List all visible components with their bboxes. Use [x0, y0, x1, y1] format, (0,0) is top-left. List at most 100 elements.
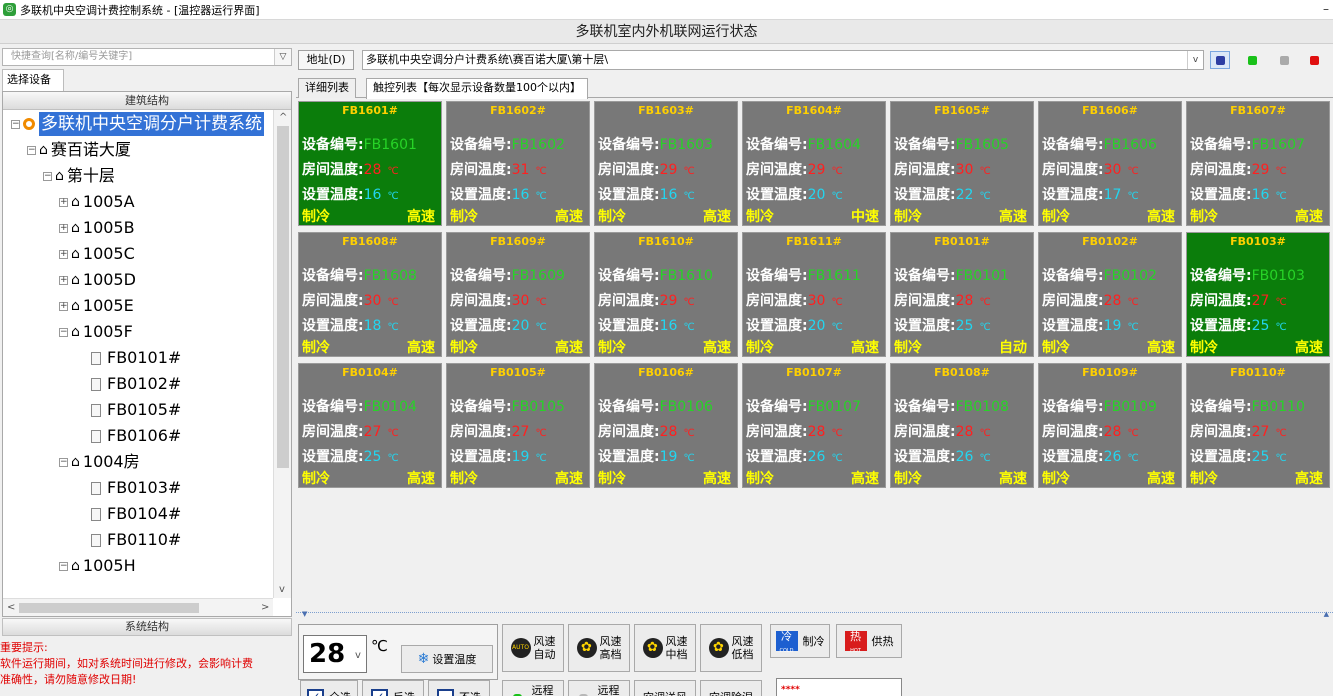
- scroll-up-icon[interactable]: ^: [279, 112, 287, 123]
- device-card[interactable]: FB1603# 设备编号:FB1603 房间温度:29 ℃ 设置温度:16 ℃ 制冷 高速: [594, 101, 738, 226]
- view-large-button[interactable]: [1210, 51, 1230, 69]
- device-card[interactable]: FB1607# 设备编号:FB1607 房间温度:29 ℃ 设置温度:16 ℃ 制冷 高速: [1186, 101, 1330, 226]
- device-card[interactable]: FB0107# 设备编号:FB0107 房间温度:28 ℃ 设置温度:26 ℃ 制冷 高速: [742, 363, 886, 488]
- chevron-down-icon[interactable]: ▽: [274, 49, 291, 65]
- device-card[interactable]: FB1602# 设备编号:FB1602 房间温度:31 ℃ 设置温度:16 ℃ 制冷 高速: [446, 101, 590, 226]
- tree-node[interactable]: + ⌂ 1005E: [59, 294, 134, 318]
- device-card[interactable]: FB1604# 设备编号:FB1604 房间温度:29 ℃ 设置温度:20 ℃ 制冷 中速: [742, 101, 886, 226]
- red-dot-icon: [1310, 56, 1319, 65]
- expand-icon[interactable]: +: [59, 301, 68, 311]
- temperature-select[interactable]: 28 v: [303, 635, 367, 673]
- tree-node[interactable]: FB0110#: [91, 528, 181, 552]
- scroll-thumb[interactable]: [277, 126, 289, 468]
- tree-node[interactable]: FB0105#: [91, 398, 181, 422]
- device-card[interactable]: FB0110# 设备编号:FB0110 房间温度:27 ℃ 设置温度:25 ℃ 制冷 高速: [1186, 363, 1330, 488]
- air-supply-button[interactable]: 空调送风: [634, 680, 696, 696]
- device-icon: [91, 481, 101, 495]
- dehumidify-button[interactable]: 空调除湿: [700, 680, 762, 696]
- device-card[interactable]: FB0105# 设备编号:FB0105 房间温度:27 ℃ 设置温度:19 ℃ 制冷 高速: [446, 363, 590, 488]
- device-card[interactable]: FB0103# 设备编号:FB0103 房间温度:27 ℃ 设置温度:25 ℃ 制冷 高速: [1186, 232, 1330, 357]
- password-field[interactable]: ****: [776, 678, 902, 696]
- tree-node[interactable]: FB0106#: [91, 424, 181, 448]
- quick-search-input[interactable]: 快捷查询[名称/编号关键字]: [2, 48, 292, 66]
- device-mode: 制冷: [450, 209, 478, 225]
- tab-touch-list[interactable]: 触控列表【每次显示设备数量100个以内】: [366, 78, 588, 99]
- view-red-button[interactable]: [1304, 51, 1324, 69]
- device-card[interactable]: FB1605# 设备编号:FB1605 房间温度:30 ℃ 设置温度:22 ℃ 制冷 高速: [890, 101, 1034, 226]
- address-input[interactable]: 多联机中央空调分户计费系统\赛百诺大厦\第十层\: [362, 50, 1204, 70]
- set-temperature-button[interactable]: ❄ 设置温度: [401, 645, 493, 673]
- device-card[interactable]: FB0106# 设备编号:FB0106 房间温度:28 ℃ 设置温度:19 ℃ 制冷 高速: [594, 363, 738, 488]
- view-gray-button[interactable]: [1274, 51, 1294, 69]
- collapse-icon[interactable]: −: [59, 457, 68, 467]
- device-fan-speed: 高速: [555, 209, 583, 225]
- tree-node[interactable]: FB0102#: [91, 372, 181, 396]
- tree-node[interactable]: − 多联机中央空调分户计费系统: [11, 112, 264, 136]
- device-card[interactable]: FB1609# 设备编号:FB1609 房间温度:30 ℃ 设置温度:20 ℃ 制冷 高速: [446, 232, 590, 357]
- building-tree[interactable]: − 多联机中央空调分户计费系统 − ⌂ 赛百诺大厦 − ⌂ 第十层 + ⌂ 1005A + ⌂ 1005B…: [3, 110, 273, 598]
- device-card[interactable]: FB1601# 设备编号:FB1601 房间温度:28 ℃ 设置温度:16 ℃ 制冷 高速: [298, 101, 442, 226]
- fan-auto-button[interactable]: AUTO 风速 自动: [502, 624, 564, 672]
- remote-on-button[interactable]: 远程开机: [502, 680, 564, 696]
- device-card[interactable]: FB1610# 设备编号:FB1610 房间温度:29 ℃ 设置温度:16 ℃ 制冷 高速: [594, 232, 738, 357]
- tree-node-label: 1005C: [82, 244, 135, 263]
- remote-off-button[interactable]: 远程关机: [568, 680, 630, 696]
- heat-mode-button[interactable]: 热 HOT 供热: [836, 624, 902, 658]
- scroll-right-icon[interactable]: >: [261, 602, 269, 613]
- tree-node[interactable]: + ⌂ 1005B: [59, 216, 135, 240]
- collapse-icon[interactable]: −: [11, 119, 20, 129]
- device-card[interactable]: FB0109# 设备编号:FB0109 房间温度:28 ℃ 设置温度:26 ℃ 制冷 高速: [1038, 363, 1182, 488]
- fan-low-button[interactable]: ✿ 风速 低档: [700, 624, 762, 672]
- device-card[interactable]: FB0102# 设备编号:FB0102 房间温度:28 ℃ 设置温度:19 ℃ 制冷 高速: [1038, 232, 1182, 357]
- device-card[interactable]: FB1608# 设备编号:FB1608 房间温度:30 ℃ 设置温度:18 ℃ 制冷 高速: [298, 232, 442, 357]
- chevron-down-icon[interactable]: v: [1187, 51, 1203, 69]
- collapse-icon[interactable]: −: [43, 171, 52, 181]
- collapse-icon[interactable]: −: [59, 327, 68, 337]
- select-all-button[interactable]: ✓ 全选: [300, 680, 358, 696]
- tree-node[interactable]: − ⌂ 1005F: [59, 320, 133, 344]
- tree-horizontal-scrollbar[interactable]: < >: [3, 598, 273, 616]
- fan-mid-button[interactable]: ✿ 风速 中档: [634, 624, 696, 672]
- tree-node[interactable]: − ⌂ 赛百诺大厦: [27, 138, 131, 162]
- collapse-icon[interactable]: −: [59, 561, 68, 571]
- tree-node[interactable]: − ⌂ 1004房: [59, 450, 140, 474]
- device-card[interactable]: FB1611# 设备编号:FB1611 房间温度:30 ℃ 设置温度:20 ℃ 制冷 高速: [742, 232, 886, 357]
- tree-vertical-scrollbar[interactable]: ^ v: [273, 110, 291, 598]
- tree-node[interactable]: FB0101#: [91, 346, 181, 370]
- scroll-down-icon[interactable]: v: [279, 584, 285, 595]
- device-card[interactable]: FB0108# 设备编号:FB0108 房间温度:28 ℃ 设置温度:26 ℃ 制冷 高速: [890, 363, 1034, 488]
- scroll-thumb[interactable]: [19, 603, 199, 613]
- tab-system-structure[interactable]: 系统结构: [2, 618, 292, 636]
- unit-label: ℃: [979, 322, 991, 333]
- device-id: FB1603: [659, 137, 713, 153]
- tree-node[interactable]: + ⌂ 1005C: [59, 242, 135, 266]
- expand-icon[interactable]: +: [59, 223, 68, 233]
- tree-node[interactable]: + ⌂ 1005A: [59, 190, 135, 214]
- tab-select-device[interactable]: 选择设备: [2, 69, 64, 91]
- device-card[interactable]: FB0104# 设备编号:FB0104 房间温度:27 ℃ 设置温度:25 ℃ 制冷 高速: [298, 363, 442, 488]
- minimize-button[interactable]: –: [1323, 2, 1329, 16]
- expand-icon[interactable]: +: [59, 275, 68, 285]
- tree-node[interactable]: − ⌂ 第十层: [43, 164, 115, 188]
- tree-node[interactable]: + ⌂ 1005D: [59, 268, 136, 292]
- tree-node[interactable]: FB0104#: [91, 502, 181, 526]
- room-temp-label: 房间温度:: [1042, 424, 1104, 440]
- device-fan-speed: 高速: [703, 471, 731, 487]
- collapse-icon[interactable]: −: [27, 145, 36, 155]
- device-card[interactable]: FB0101# 设备编号:FB0101 房间温度:28 ℃ 设置温度:25 ℃ 制冷 自动: [890, 232, 1034, 357]
- tab-detail-list[interactable]: 详细列表: [298, 78, 356, 98]
- tree-header[interactable]: 建筑结构: [3, 92, 291, 110]
- device-name: FB0102#: [1082, 235, 1138, 248]
- fan-high-button[interactable]: ✿ 风速 高档: [568, 624, 630, 672]
- cool-mode-button[interactable]: 冷 COLD 制冷: [770, 624, 830, 658]
- invert-selection-button[interactable]: ✓ 反选: [362, 680, 424, 696]
- room-temp-label: 房间温度:: [450, 293, 512, 309]
- device-card[interactable]: FB1606# 设备编号:FB1606 房间温度:30 ℃ 设置温度:17 ℃ 制冷 高速: [1038, 101, 1182, 226]
- select-none-button[interactable]: 不选: [428, 680, 490, 696]
- view-green-button[interactable]: [1242, 51, 1262, 69]
- tree-node[interactable]: − ⌂ 1005H: [59, 554, 136, 578]
- tree-node[interactable]: FB0103#: [91, 476, 181, 500]
- scroll-left-icon[interactable]: <: [7, 602, 15, 613]
- expand-icon[interactable]: +: [59, 249, 68, 259]
- expand-icon[interactable]: +: [59, 197, 68, 207]
